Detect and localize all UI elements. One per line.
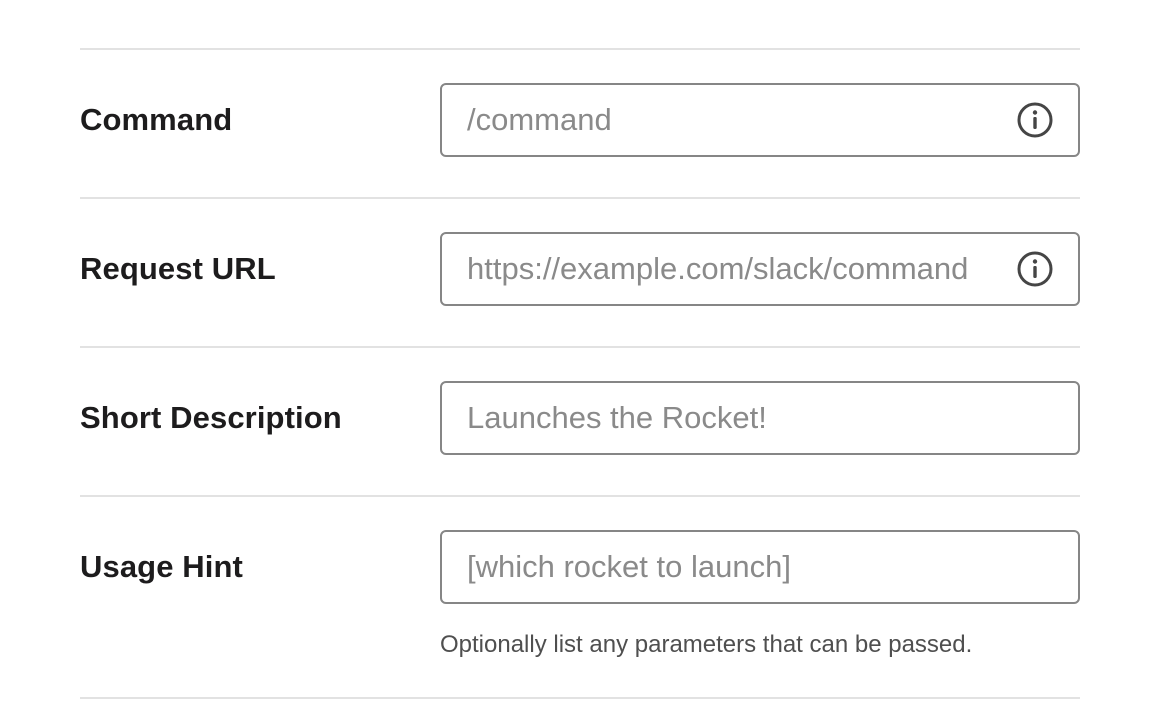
usage-hint-help-text: Optionally list any parameters that can … [440, 631, 973, 658]
usage-hint-field [440, 530, 1080, 604]
divider [80, 697, 1080, 699]
short-description-input[interactable] [442, 383, 1078, 453]
short-description-label: Short Description [80, 400, 342, 435]
command-label: Command [80, 102, 233, 137]
short-description-field [440, 381, 1080, 455]
usage-hint-input[interactable] [442, 532, 1078, 602]
usage-hint-row: Usage Hint Optionally list any parameter… [80, 497, 1080, 697]
request-url-label: Request URL [80, 251, 276, 286]
info-icon[interactable] [1016, 250, 1054, 288]
usage-hint-label: Usage Hint [80, 549, 243, 584]
info-icon[interactable] [1016, 101, 1054, 139]
request-url-input[interactable] [442, 234, 1078, 304]
command-input[interactable] [442, 85, 1078, 155]
command-row: Command [80, 50, 1080, 197]
request-url-field [440, 232, 1080, 306]
request-url-row: Request URL [80, 199, 1080, 346]
slash-command-form: Command Request URL [80, 48, 1080, 699]
command-field [440, 83, 1080, 157]
short-description-row: Short Description [80, 348, 1080, 495]
